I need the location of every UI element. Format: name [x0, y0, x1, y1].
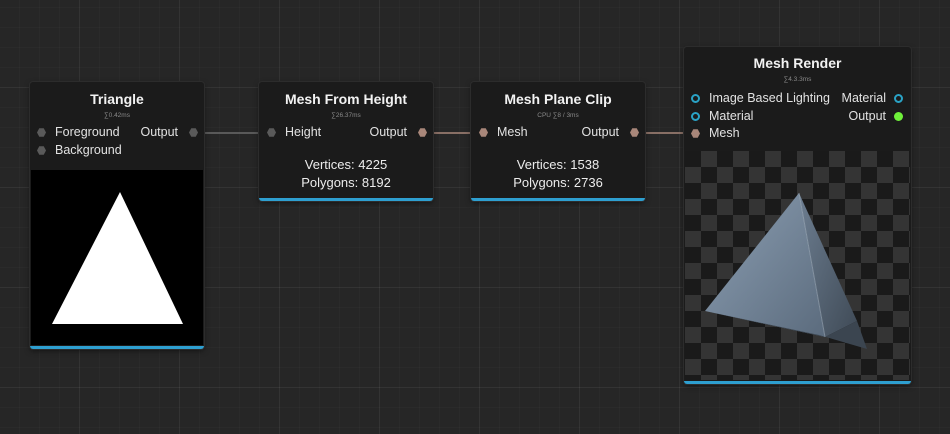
mesh-stats: Vertices: 4225 Polygons: 8192	[259, 156, 433, 192]
port-label-height: Height	[285, 125, 322, 139]
node-accent-bar	[471, 198, 645, 201]
port-mesh-icon[interactable]	[691, 129, 700, 138]
port-ibl-icon[interactable]	[691, 94, 700, 103]
node-title: Mesh Plane Clip	[504, 91, 612, 107]
node-mesh-from-height[interactable]: Mesh From Height ∑26.37ms Height Output …	[259, 82, 433, 201]
port-height-icon[interactable]	[267, 128, 276, 137]
port-label-material-in: Material	[709, 109, 754, 123]
port-label-output: Output	[848, 109, 886, 123]
node-title: Triangle	[90, 91, 144, 107]
node-timing: ∑0.42ms	[104, 112, 130, 119]
port-label-output: Output	[140, 125, 178, 139]
port-mesh-icon[interactable]	[479, 128, 488, 137]
node-triangle[interactable]: Triangle ∑0.42ms Foreground Output Backg…	[30, 82, 204, 349]
port-background-icon[interactable]	[37, 146, 46, 155]
port-label-output: Output	[369, 125, 407, 139]
port-output-icon[interactable]	[418, 128, 427, 137]
node-accent-bar	[259, 198, 433, 201]
node-mesh-render[interactable]: Mesh Render ∑4.3.3ms Image Based Lightin…	[684, 47, 911, 384]
port-label-mesh: Mesh	[709, 126, 740, 140]
port-output-icon[interactable]	[630, 128, 639, 137]
port-output-icon[interactable]	[894, 112, 903, 121]
port-output-icon[interactable]	[189, 128, 198, 137]
node-title: Mesh Render	[753, 55, 842, 71]
triangle-preview	[31, 170, 203, 345]
rendered-tetrahedron-icon	[705, 192, 867, 349]
mesh-render-preview[interactable]	[685, 151, 910, 380]
port-foreground-icon[interactable]	[37, 128, 46, 137]
port-label-material-out: Material	[841, 91, 886, 105]
node-title: Mesh From Height	[284, 91, 408, 107]
port-label-image-based-lighting: Image Based Lighting	[709, 91, 830, 105]
polygons-count: Polygons: 8192	[301, 175, 391, 190]
node-mesh-plane-clip[interactable]: Mesh Plane Clip CPU ∑8 / 3ms Mesh Output…	[471, 82, 645, 201]
polygons-count: Polygons: 2736	[513, 175, 603, 190]
node-accent-bar	[30, 346, 204, 349]
node-timing: ∑26.37ms	[331, 112, 361, 119]
vertices-count: Vertices: 1538	[516, 157, 600, 172]
port-material-in-icon[interactable]	[691, 112, 700, 121]
port-material-out-icon[interactable]	[894, 94, 903, 103]
port-label-output: Output	[581, 125, 619, 139]
mesh-stats: Vertices: 1538 Polygons: 2736	[471, 156, 645, 192]
node-timing: ∑4.3.3ms	[783, 76, 812, 83]
port-label-foreground: Foreground	[55, 125, 120, 139]
port-label-mesh: Mesh	[497, 125, 528, 139]
vertices-count: Vertices: 4225	[304, 157, 388, 172]
port-label-background: Background	[55, 143, 122, 157]
node-accent-bar	[684, 381, 911, 384]
node-timing: CPU ∑8 / 3ms	[537, 112, 579, 119]
triangle-shape-icon	[52, 192, 183, 324]
